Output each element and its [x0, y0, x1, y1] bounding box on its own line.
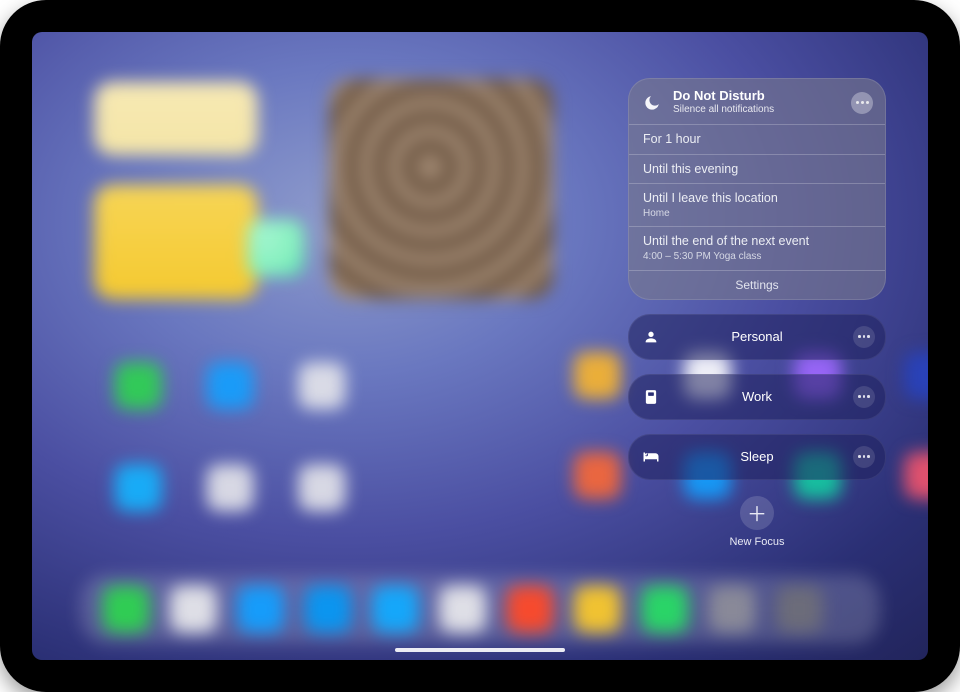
home-app-icon: [574, 352, 621, 399]
dnd-option-label: For 1 hour: [643, 132, 701, 146]
dnd-option-for-1-hour[interactable]: For 1 hour: [629, 124, 885, 154]
dock-app-icon: [103, 586, 150, 633]
dock: [80, 574, 880, 643]
home-app-icon: [115, 362, 162, 409]
focus-mode-label: Work: [661, 389, 853, 404]
dnd-title-block: Do Not Disturb Silence all notifications: [673, 89, 774, 116]
dnd-option-sublabel: 4:00 – 5:30 PM Yoga class: [643, 251, 871, 264]
home-app-icon: [298, 464, 345, 511]
dock-app-icon: [507, 586, 554, 633]
dock-app-icon: [170, 586, 217, 633]
dnd-header[interactable]: Do Not Disturb Silence all notifications: [629, 79, 885, 124]
focus-mode-work[interactable]: Work: [628, 374, 886, 420]
widget-photos: [329, 79, 553, 299]
dock-app-icon: [439, 586, 486, 633]
moon-icon: [641, 92, 663, 114]
focus-mode-more-button[interactable]: [853, 446, 875, 468]
app-row-1: [115, 362, 346, 409]
dnd-title: Do Not Disturb: [673, 89, 774, 102]
dock-app-icon: [574, 586, 621, 633]
focus-panel: Do Not Disturb Silence all notifications…: [628, 78, 886, 548]
focus-mode-label: Sleep: [661, 449, 853, 464]
home-indicator[interactable]: [395, 648, 565, 652]
dock-row: [103, 586, 823, 633]
home-app-icon: [298, 362, 345, 409]
new-focus[interactable]: ＋ New Focus: [628, 496, 886, 548]
home-app-icon: [207, 362, 254, 409]
focus-mode-more-button[interactable]: [853, 386, 875, 408]
dnd-option-sublabel: Home: [643, 208, 871, 221]
ipad-frame: Do Not Disturb Silence all notifications…: [0, 0, 960, 692]
dnd-subtitle: Silence all notifications: [673, 104, 774, 116]
dnd-option-label: Until the end of the next event: [643, 234, 809, 248]
person-icon: [641, 329, 661, 345]
dock-app-icon: [708, 586, 755, 633]
home-app-icon: [574, 452, 621, 499]
badge-icon: [641, 389, 661, 405]
focus-mode-sleep[interactable]: Sleep: [628, 434, 886, 480]
widget-yellow: [94, 185, 257, 299]
bed-icon: [641, 450, 661, 464]
dnd-option-until-leave-location[interactable]: Until I leave this location Home: [629, 183, 885, 226]
widget-small-app: [247, 220, 304, 277]
home-app-icon: [904, 352, 928, 399]
screen-bezel: Do Not Disturb Silence all notifications…: [32, 32, 928, 660]
home-app-icon: [115, 464, 162, 511]
focus-mode-personal[interactable]: Personal: [628, 314, 886, 360]
plus-icon[interactable]: ＋: [740, 496, 774, 530]
screen: Do Not Disturb Silence all notifications…: [32, 32, 928, 660]
dnd-option-until-evening[interactable]: Until this evening: [629, 154, 885, 184]
dnd-settings-button[interactable]: Settings: [629, 270, 885, 299]
focus-mode-label: Personal: [661, 329, 853, 344]
new-focus-label: New Focus: [628, 536, 886, 548]
dnd-option-label: Until this evening: [643, 162, 738, 176]
dock-app-icon: [641, 586, 688, 633]
dock-app-icon: [305, 586, 352, 633]
dock-app-icon: [776, 586, 823, 633]
dnd-option-until-end-of-event[interactable]: Until the end of the next event 4:00 – 5…: [629, 226, 885, 269]
focus-mode-more-button[interactable]: [853, 326, 875, 348]
dock-app-icon: [237, 586, 284, 633]
home-app-icon: [904, 452, 928, 499]
widget-notes: [94, 82, 257, 155]
do-not-disturb-card[interactable]: Do Not Disturb Silence all notifications…: [628, 78, 886, 300]
dnd-more-button[interactable]: [851, 92, 873, 114]
dock-app-icon: [372, 586, 419, 633]
dnd-settings-label: Settings: [735, 278, 778, 292]
dnd-option-label: Until I leave this location: [643, 191, 778, 205]
app-row-2: [115, 464, 346, 511]
home-app-icon: [207, 464, 254, 511]
